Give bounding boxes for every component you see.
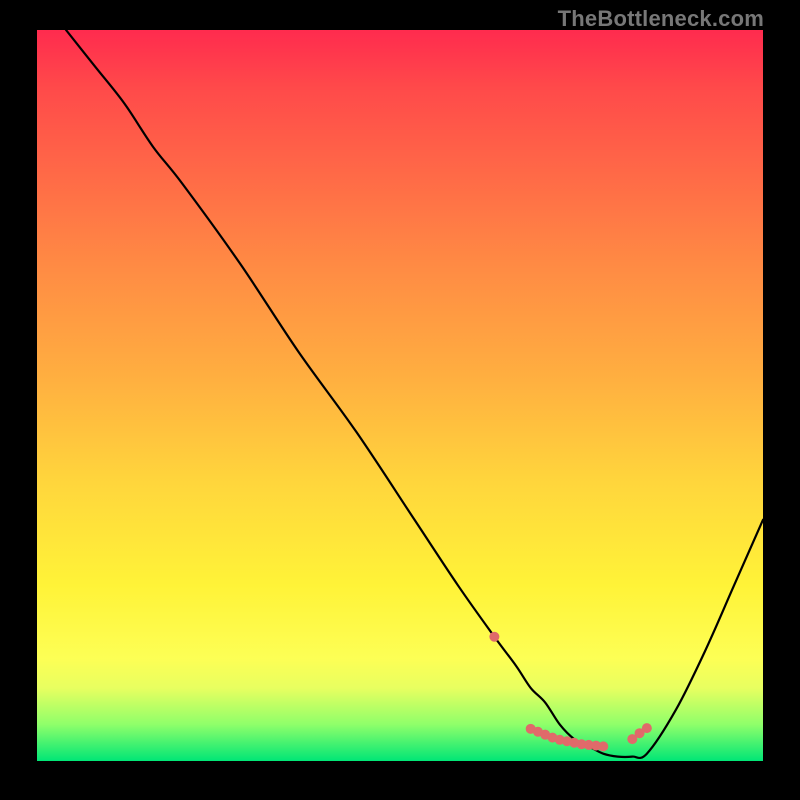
plot-area (37, 30, 763, 761)
chart-stage: TheBottleneck.com (0, 0, 800, 800)
highlight-dot (598, 741, 608, 751)
highlight-dots (489, 632, 651, 752)
watermark-text: TheBottleneck.com (558, 6, 764, 32)
bottleneck-curve (66, 30, 763, 758)
highlight-dot (642, 723, 652, 733)
curve-layer (37, 30, 763, 761)
highlight-dot (489, 632, 499, 642)
